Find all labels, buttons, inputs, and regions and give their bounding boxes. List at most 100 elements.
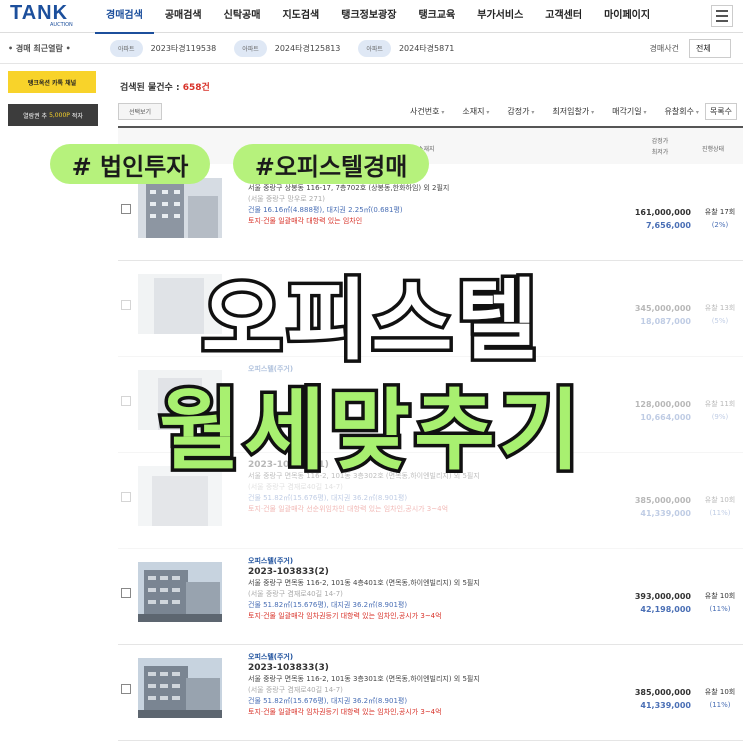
row-address: 서울 중랑구 면목동 116-2, 101동 4층401호 (면목동,하이엔빌리… [248, 579, 480, 587]
menu-map-search[interactable]: 지도검색 [271, 0, 330, 34]
recent-label: • 경매 최근열람 • [8, 44, 71, 53]
row-min-price: 42,198,000 [640, 605, 691, 614]
points-button[interactable]: 열람권 추 5,000P 적자 [8, 104, 98, 126]
row-appraisal-price: 161,000,000 [634, 208, 691, 217]
row-detail: 건물 16.16㎡(4.888평), 대지권 2.25㎡(0.681평) [248, 206, 403, 214]
menu-trust-auction[interactable]: 신탁공매 [213, 0, 272, 34]
col-price-appraisal: 감정가 [651, 138, 669, 145]
select-view-button[interactable]: 선택보기 [118, 102, 163, 120]
sort-options: 사건번호 소재지 감정가 최저입찰가 매각기일 유찰회수 [410, 106, 699, 117]
recent-chip: 아파트 [358, 40, 391, 57]
points-pre: 열람권 추 [23, 112, 48, 120]
col-price: 감정가 최저가 [640, 136, 680, 158]
row-detail: 건물 51.82㎡(15.676평), 대지권 36.2㎡(8.901평) [248, 494, 408, 502]
row-min-price: 41,339,000 [640, 701, 691, 710]
row-status-pct: (11%) [709, 509, 731, 517]
property-photo[interactable] [138, 562, 222, 622]
row-case-number[interactable]: 2023-103833(2) [248, 567, 608, 578]
row-status-pct: (11%) [709, 701, 731, 709]
row-appraisal-price: 393,000,000 [634, 592, 691, 601]
row-info: 오피스텔(주거) 2023-103833(3) 서울 중랑구 면목동 116-2… [248, 652, 608, 718]
row-address-road: (서울 중랑구 겸재로40길 14-7) [248, 686, 343, 694]
row-kind: 오피스텔(주거) [248, 653, 294, 661]
menu-education[interactable]: 탱크교육 [407, 0, 466, 34]
table-row[interactable]: 2022-106330 서울 중랑구 상봉동 116-17, 7층702호 (상… [118, 166, 743, 261]
row-note: 토지·건물 일괄매각 선순위임차인 대항력 있는 임차인,공시가 3~4억 [248, 505, 449, 513]
menu-my-page[interactable]: 마이페이지 [593, 0, 661, 34]
hashtag-corporate-investment: # 법인투자 [50, 144, 210, 184]
property-photo[interactable] [138, 658, 222, 718]
row-status-pct: (11%) [709, 605, 731, 613]
sort-case-number[interactable]: 사건번호 [410, 106, 444, 117]
page-size-select[interactable]: 목록수 [704, 102, 737, 120]
row-status: 유찰 10회 (11%) [700, 686, 740, 712]
row-info: 오피스텔(주거) 2023-103833(2) 서울 중랑구 면목동 116-2… [248, 556, 608, 622]
count-value: 658건 [182, 83, 210, 93]
row-note: 토지·건물 일괄매각 임차권등기 대항력 있는 임차인,공시가 3~4억 [248, 612, 442, 620]
row-prices: 385,000,000 41,339,000 [618, 686, 691, 712]
points-amount: 5,000P [49, 111, 70, 119]
row-checkbox[interactable] [121, 684, 131, 694]
recent-chip: 아파트 [110, 40, 143, 57]
menu-public-auction[interactable]: 공매검색 [154, 0, 213, 34]
list-toolbar: 선택보기 사건번호 소재지 감정가 최저입찰가 매각기일 유찰회수 목록수 [118, 100, 743, 122]
recent-item[interactable]: 아파트 2024타경5871 [358, 40, 454, 57]
table-row[interactable]: 오피스텔(주거) 2023-103833(3) 서울 중랑구 면목동 116-2… [118, 646, 743, 741]
sort-fail-count[interactable]: 유찰회수 [665, 106, 699, 117]
row-address: 서울 중랑구 면목동 116-2, 101동 3층301호 (면목동,하이엔빌리… [248, 675, 480, 683]
row-status: 유찰 10회 (11%) [700, 494, 740, 520]
period-label: 경매사건 [649, 44, 679, 53]
sort-location[interactable]: 소재지 [462, 106, 489, 117]
period-select[interactable]: 전체 [689, 39, 731, 58]
row-note: 토지·건물 일괄매각 임차권등기 대항력 있는 임차인,공시가 3~4억 [248, 708, 442, 716]
recent-item[interactable]: 아파트 2024타경125813 [234, 40, 340, 57]
row-checkbox[interactable] [121, 204, 131, 214]
row-address: 서울 중랑구 상봉동 116-17, 7층702호 (상봉동,한화하임) 외 2… [248, 184, 450, 192]
recent-case: 2023타경119538 [150, 44, 217, 53]
row-status-text: 유찰 10회 [704, 592, 736, 600]
logo-brand: TANK [10, 2, 69, 24]
menu-extra-service[interactable]: 부가서비스 [466, 0, 534, 34]
count-label: 검색된 물건수 : [120, 83, 180, 93]
row-checkbox[interactable] [121, 492, 131, 502]
recent-item[interactable]: 아파트 2023타경119538 [110, 40, 216, 57]
main-menu: 경매검색 공매검색 신탁공매 지도검색 탱크정보광장 탱크교육 부가서비스 고객… [95, 0, 711, 34]
hashtag-officetel-auction: #오피스텔경매 [233, 144, 429, 184]
menu-info-plaza[interactable]: 탱크정보광장 [330, 0, 407, 34]
kakao-channel-button[interactable]: 탱크옥션 카톡 채널 [8, 71, 96, 93]
row-min-price: 41,339,000 [640, 509, 691, 518]
row-status-pct: (2%) [711, 221, 729, 229]
property-photo[interactable] [138, 178, 222, 238]
row-detail: 건물 51.82㎡(15.676평), 대지권 36.2㎡(8.901평) [248, 697, 408, 705]
recent-case: 2024타경125813 [274, 44, 341, 53]
menu-customer-center[interactable]: 고객센터 [534, 0, 593, 34]
row-kind: 오피스텔(주거) [248, 557, 294, 565]
overlay-title: 오피스텔 [198, 266, 542, 376]
row-prices: 393,000,000 42,198,000 [618, 590, 691, 616]
row-checkbox[interactable] [121, 588, 131, 598]
hamburger-menu-icon[interactable] [711, 5, 733, 27]
row-detail: 건물 51.82㎡(15.676평), 대지권 36.2㎡(8.901평) [248, 601, 408, 609]
tank-auction-logo[interactable]: TANK AUCTION [0, 2, 95, 28]
row-address-road: (서울 중랑구 망우로 271) [248, 195, 326, 203]
period-filter: 경매사건 전체 [650, 39, 731, 58]
table-row[interactable]: 오피스텔(주거) 2023-103833(2) 서울 중랑구 면목동 116-2… [118, 550, 743, 645]
sort-appraisal[interactable]: 감정가 [507, 106, 534, 117]
table-header: 소재지 감정가 최저가 진행상태 [118, 126, 743, 164]
row-note: 토지·건물 일괄매각 대항력 있는 임차인 [248, 217, 363, 225]
row-status: 유찰 17회 (2%) [700, 206, 740, 232]
row-status: 유찰 10회 (11%) [700, 590, 740, 616]
points-post: 적자 [71, 112, 83, 120]
menu-auction-search[interactable]: 경매검색 [95, 0, 154, 34]
recent-case: 2024타경5871 [398, 44, 455, 53]
row-appraisal-price: 385,000,000 [634, 688, 691, 697]
row-min-price: 7,656,000 [645, 221, 691, 230]
sort-min-bid[interactable]: 최저입찰가 [552, 106, 594, 117]
row-prices: 161,000,000 7,656,000 [618, 206, 691, 232]
row-prices: 385,000,000 41,339,000 [618, 494, 691, 520]
row-case-number[interactable]: 2023-103833(3) [248, 663, 608, 674]
sort-sale-date[interactable]: 매각기일 [612, 106, 646, 117]
result-count: 검색된 물건수 : 658건 [120, 80, 210, 93]
top-navigation: TANK AUCTION 경매검색 공매검색 신탁공매 지도검색 탱크정보광장 … [0, 0, 743, 34]
col-status: 진행상태 [702, 146, 725, 153]
